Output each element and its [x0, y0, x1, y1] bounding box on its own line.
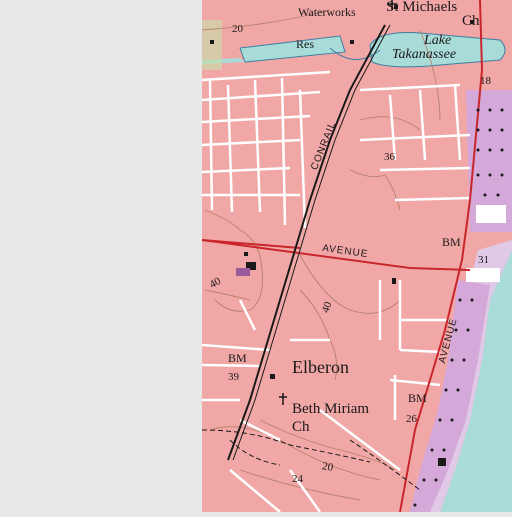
label-24: 24	[292, 473, 303, 485]
label-31: 31	[478, 254, 489, 266]
vegetation	[202, 20, 222, 70]
label-beth-miriam: Beth Miriam	[292, 401, 370, 417]
label-res: Res	[296, 37, 314, 51]
label-st-michaels: St Michaels	[386, 0, 458, 15]
label-elberon: Elberon	[292, 357, 349, 377]
topographic-map[interactable]: Waterworks St Michaels Ch 20 Res Lake Ta…	[0, 0, 512, 513]
label-bm-north: BM	[442, 235, 461, 249]
label-ch-south: Ch	[292, 419, 310, 435]
label-lake: Lake	[424, 33, 452, 48]
label-ch-north: Ch	[462, 13, 480, 29]
white-lot	[476, 205, 506, 223]
label-bm-elberon: BM	[228, 351, 247, 365]
label-26: 26	[406, 413, 417, 425]
label-takanassee: Takanassee	[392, 47, 457, 62]
label-bm-south: BM	[408, 391, 427, 405]
label-20-north: 20	[232, 23, 243, 35]
label-waterworks: Waterworks	[298, 5, 356, 19]
label-20-south: 20	[321, 460, 335, 474]
map-canvas	[0, 0, 512, 513]
label-18: 18	[480, 75, 491, 87]
white-lot-2	[466, 268, 500, 282]
label-36: 36	[384, 151, 395, 163]
label-39: 39	[228, 371, 239, 383]
